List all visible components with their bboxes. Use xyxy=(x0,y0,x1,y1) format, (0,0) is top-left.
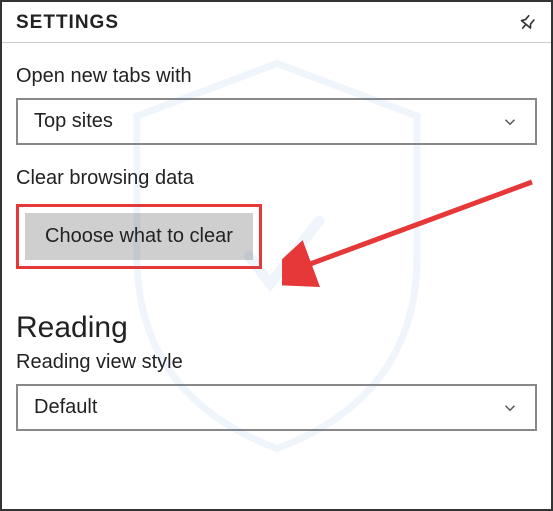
open-tabs-selected: Top sites xyxy=(34,110,113,133)
reading-style-selected: Default xyxy=(34,396,97,419)
reading-heading: Reading xyxy=(16,311,537,345)
page-title: SETTINGS xyxy=(16,12,119,34)
choose-clear-button[interactable]: Choose what to clear xyxy=(25,213,253,260)
settings-header: SETTINGS xyxy=(2,2,551,43)
clear-data-label: Clear browsing data xyxy=(16,167,537,190)
reading-style-label: Reading view style xyxy=(16,351,537,374)
annotation-highlight: Choose what to clear xyxy=(16,204,262,269)
chevron-down-icon xyxy=(501,399,519,417)
open-tabs-dropdown[interactable]: Top sites xyxy=(16,98,537,145)
chevron-down-icon xyxy=(501,113,519,131)
open-tabs-label: Open new tabs with xyxy=(16,65,537,88)
pin-icon[interactable] xyxy=(517,13,537,33)
reading-style-dropdown[interactable]: Default xyxy=(16,384,537,431)
